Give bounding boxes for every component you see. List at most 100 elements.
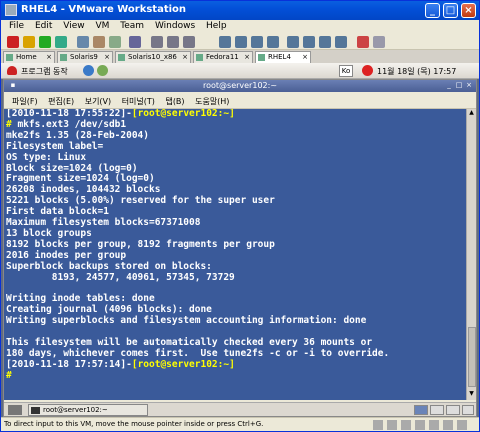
clock[interactable]: 11월 18일 (목) 17:57 xyxy=(377,66,456,77)
vm-icon xyxy=(258,54,265,61)
device-icon[interactable] xyxy=(387,420,397,430)
scroll-up-icon[interactable]: ▲ xyxy=(467,109,476,118)
show-desktop-icon[interactable] xyxy=(8,405,22,415)
terminal-menu-help[interactable]: 도움말(H) xyxy=(195,96,229,107)
vm-icon xyxy=(60,54,67,61)
terminal-scrollbar[interactable]: ▲ ▼ xyxy=(466,109,476,400)
workspace-1[interactable] xyxy=(414,405,428,415)
minimize-button[interactable]: _ xyxy=(444,81,454,91)
terminal-line: # xyxy=(4,369,466,382)
menu-help[interactable]: Help xyxy=(206,21,227,31)
applications-menu[interactable]: 프로그램 동작 xyxy=(21,66,68,77)
guest-display[interactable]: 프로그램 동작 Ko 11월 18일 (목) 17:57 root@server… xyxy=(1,63,479,417)
close-button[interactable]: × xyxy=(461,3,476,18)
terminal-title-bar[interactable]: root@server102:~ ▪ _ □ × xyxy=(4,80,476,92)
vm-tabs: Home × Solaris9 × Solaris10_x86 × Fedora11 ×… xyxy=(1,50,479,63)
power-on-icon[interactable] xyxy=(39,36,51,48)
terminal-line: OS type: Linux xyxy=(6,151,87,163)
console-view-icon[interactable] xyxy=(303,36,315,48)
minimize-button[interactable]: _ xyxy=(425,3,440,18)
terminal-menu-bar: 파일(F) 편집(E) 보기(V) 터미널(T) 탭(B) 도움말(H) xyxy=(4,92,476,109)
guest-top-panel: 프로그램 동작 Ko 11월 18일 (목) 17:57 xyxy=(1,63,479,79)
guest-taskbar: root@server102:~ xyxy=(4,402,476,416)
device-icon[interactable] xyxy=(401,420,411,430)
device-icon[interactable] xyxy=(457,420,467,430)
vm-icon xyxy=(118,54,125,61)
device-icon[interactable] xyxy=(415,420,425,430)
tab-solaris10-x86[interactable]: Solaris10_x86 × xyxy=(115,51,191,63)
terminal-menu-edit[interactable]: 편집(E) xyxy=(48,96,74,107)
menu-team[interactable]: Team xyxy=(120,21,144,31)
terminal-icon xyxy=(31,407,40,414)
suspend-icon[interactable] xyxy=(23,36,35,48)
terminal-menu-tabs[interactable]: 탭(B) xyxy=(165,96,184,107)
close-tab-icon[interactable]: × xyxy=(182,52,188,62)
workspace-3[interactable] xyxy=(446,405,460,415)
prompt: # xyxy=(6,369,12,381)
window-title: RHEL4 - VMware Workstation xyxy=(21,4,187,15)
status-text: To direct input to this VM, move the mou… xyxy=(4,420,264,428)
menu-windows[interactable]: Windows xyxy=(155,21,195,31)
terminal-window: root@server102:~ ▪ _ □ × 파일(F) 편집(E) 보기(… xyxy=(3,79,477,417)
console-view-icon[interactable] xyxy=(335,36,347,48)
device-icon[interactable] xyxy=(373,420,383,430)
redhat-menu-icon[interactable] xyxy=(7,66,17,75)
tab-solaris9[interactable]: Solaris9 × xyxy=(57,51,113,63)
console-view-icon[interactable] xyxy=(267,36,279,48)
reset-icon[interactable] xyxy=(55,36,67,48)
vmware-window: RHEL4 - VMware Workstation _ □ × File Ed… xyxy=(0,0,480,432)
maximize-button[interactable]: □ xyxy=(454,81,464,91)
window-menu-icon[interactable]: ▪ xyxy=(8,81,18,91)
view-icon[interactable] xyxy=(183,36,195,48)
menu-view[interactable]: View xyxy=(63,21,84,31)
browser-icon[interactable] xyxy=(83,65,94,76)
prompt-timestamp: [2010-11-18 17:55:22]- xyxy=(6,109,132,119)
terminal-menu-terminal[interactable]: 터미널(T) xyxy=(122,96,155,107)
maximize-button[interactable]: □ xyxy=(443,3,458,18)
scroll-down-icon[interactable]: ▼ xyxy=(467,390,476,399)
launcher-icon[interactable] xyxy=(97,65,108,76)
tab-fedora11[interactable]: Fedora11 × xyxy=(193,51,253,63)
console-view-icon[interactable] xyxy=(287,36,299,48)
terminal-menu-file[interactable]: 파일(F) xyxy=(12,96,38,107)
status-bar: To direct input to this VM, move the mou… xyxy=(1,417,479,431)
device-icon[interactable] xyxy=(443,420,453,430)
view-icon[interactable] xyxy=(151,36,163,48)
quick-switch-icon[interactable] xyxy=(235,36,247,48)
menu-vm[interactable]: VM xyxy=(95,21,109,31)
tab-home[interactable]: Home × xyxy=(3,51,55,63)
tab-rhel4[interactable]: RHEL4 × xyxy=(255,51,311,63)
prompt: [root@server102:~] xyxy=(131,109,235,119)
menu-edit[interactable]: Edit xyxy=(35,21,52,31)
close-tab-icon[interactable]: × xyxy=(46,52,52,62)
workspace-2[interactable] xyxy=(430,405,444,415)
full-screen-icon[interactable] xyxy=(219,36,231,48)
toolbar xyxy=(1,34,479,50)
close-tab-icon[interactable]: × xyxy=(244,52,250,62)
console-view-icon[interactable] xyxy=(319,36,331,48)
ime-indicator[interactable]: Ko xyxy=(339,65,353,77)
record-icon[interactable] xyxy=(357,36,369,48)
sidebar-toggle-icon[interactable] xyxy=(129,36,141,48)
console-view-icon[interactable] xyxy=(251,36,263,48)
terminal-line: [2010-11-18 17:57:14]-[root@server102:~] xyxy=(4,359,466,371)
terminal-line: Superblock backups stored on blocks: xyxy=(6,260,212,272)
close-tab-icon[interactable]: × xyxy=(104,52,110,62)
terminal-menu-view[interactable]: 보기(V) xyxy=(85,96,111,107)
title-bar[interactable]: RHEL4 - VMware Workstation _ □ × xyxy=(1,1,479,20)
menu-file[interactable]: File xyxy=(9,21,24,31)
update-alert-icon[interactable] xyxy=(362,65,373,76)
close-tab-icon[interactable]: × xyxy=(302,52,308,62)
power-off-icon[interactable] xyxy=(7,36,19,48)
revert-snapshot-icon[interactable] xyxy=(93,36,105,48)
snapshot-manager-icon[interactable] xyxy=(109,36,121,48)
replay-icon[interactable] xyxy=(373,36,385,48)
device-icon[interactable] xyxy=(429,420,439,430)
taskbar-terminal-item[interactable]: root@server102:~ xyxy=(28,404,148,416)
snapshot-icon[interactable] xyxy=(77,36,89,48)
view-icon[interactable] xyxy=(167,36,179,48)
close-button[interactable]: × xyxy=(464,81,474,91)
scrollbar-thumb[interactable] xyxy=(468,327,476,387)
workspace-4[interactable] xyxy=(462,405,474,415)
terminal-screen[interactable]: [2010-11-18 17:55:22]-[root@server102:~]… xyxy=(4,109,466,400)
